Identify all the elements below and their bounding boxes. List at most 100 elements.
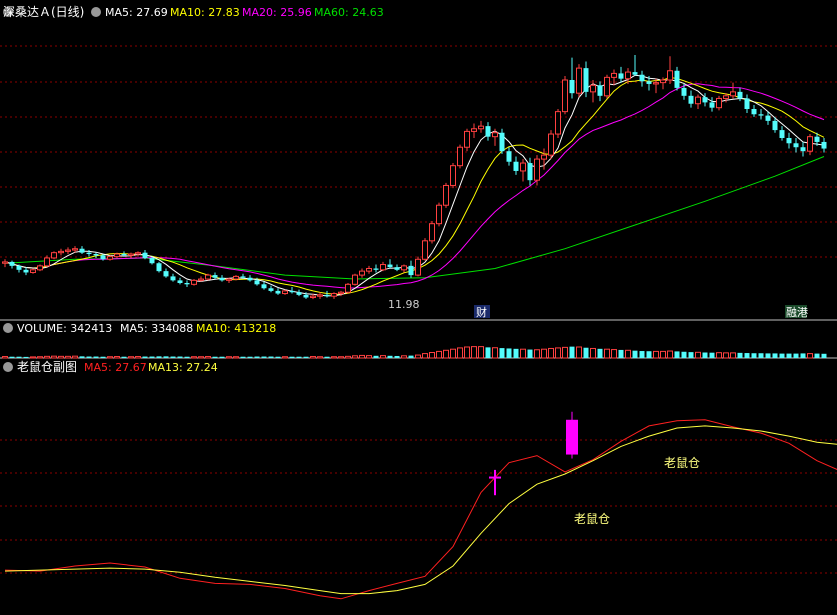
volume-bar	[107, 356, 113, 359]
osc-collapse-icon[interactable]	[3, 362, 13, 372]
volume-bar	[632, 350, 638, 358]
candle-body	[527, 163, 533, 181]
candle-body	[254, 280, 260, 285]
candle-body	[177, 280, 183, 283]
volume-bar	[576, 346, 582, 359]
candle-body	[30, 269, 36, 273]
candle-body	[72, 248, 78, 251]
period-label: (日线)	[51, 5, 84, 19]
candle-body	[156, 263, 162, 272]
candle-body	[814, 136, 820, 142]
volume-bar	[744, 353, 750, 358]
volume-bar	[415, 354, 421, 359]
volume-bar	[100, 356, 106, 358]
volume-bar	[653, 350, 659, 359]
volume-bar	[422, 353, 428, 359]
candle-body	[86, 252, 92, 254]
candle-body	[723, 95, 729, 99]
volume-bar	[268, 356, 274, 358]
candle-body	[401, 265, 407, 271]
candle-body	[240, 276, 246, 278]
badge-tui[interactable]: 融港	[786, 306, 808, 319]
volume-bar	[16, 356, 22, 358]
price-header: 深桑达Ａ (日线) MA5: 27.69 MA10: 27.83 MA20: 2…	[3, 5, 384, 19]
volume-bar	[639, 351, 645, 358]
volume-bar	[338, 356, 344, 359]
volume-bar	[9, 356, 15, 358]
volume-bar	[65, 355, 71, 359]
candle-body	[142, 252, 148, 258]
signal-marker-bar	[566, 419, 578, 455]
candle-body	[345, 283, 351, 293]
volume-bar	[786, 353, 792, 358]
candle-body	[625, 71, 631, 80]
candle-body	[541, 154, 547, 160]
candle-body	[310, 295, 316, 299]
volume-bar	[156, 356, 162, 358]
candle-body	[37, 265, 43, 271]
volume-bar	[198, 356, 204, 359]
volume-bar	[135, 356, 141, 359]
volume-bar	[618, 349, 624, 358]
volume-bar	[121, 356, 127, 358]
volume-bar	[702, 352, 708, 358]
candle-body	[443, 184, 449, 206]
candle-body	[548, 133, 554, 156]
volume-collapse-icon[interactable]	[3, 323, 13, 333]
volume-bar	[779, 353, 785, 358]
volume-bar	[807, 353, 813, 359]
candle-body	[485, 126, 491, 137]
volume-bar	[177, 356, 183, 358]
candle-body	[604, 76, 610, 97]
badge-cai[interactable]: 财	[476, 305, 487, 319]
volume-bar	[569, 346, 575, 358]
signal-label-1: 老鼠仓	[574, 512, 610, 526]
candle-body	[737, 91, 743, 99]
candle-body	[709, 102, 715, 108]
volume-bar	[688, 352, 694, 358]
candle-body	[513, 161, 519, 171]
volume-bar	[534, 349, 540, 359]
candle-body	[569, 80, 575, 94]
volume-bar	[247, 356, 253, 358]
volume-header: VOLUME: 342413 MA5: 334088 MA10: 413218	[3, 322, 276, 335]
candle-body	[744, 98, 750, 109]
volume-bar	[261, 356, 267, 358]
candle-body	[289, 290, 295, 293]
candle-body	[51, 252, 57, 259]
chevron-down-icon[interactable]	[91, 7, 101, 17]
candle-body	[716, 97, 722, 109]
volume-bar	[114, 356, 120, 359]
low-price-mark: 11.98	[388, 298, 420, 311]
candle-body	[121, 254, 127, 256]
candle-body	[681, 87, 687, 96]
volume-bar	[737, 352, 743, 358]
volume-bar	[625, 349, 631, 359]
candle-body	[212, 275, 218, 278]
volume-bar	[219, 356, 225, 358]
candle-body	[772, 120, 778, 131]
candle-body	[429, 223, 435, 242]
candle-body	[646, 81, 652, 84]
volume-bar	[289, 356, 295, 358]
candle-body	[695, 96, 701, 105]
candle-body	[205, 274, 211, 280]
candle-body	[331, 293, 337, 297]
osc-ma5-label: MA5: 27.67	[84, 361, 147, 374]
candle-body	[422, 240, 428, 260]
volume-bar	[520, 348, 526, 359]
stock-name: 深桑达Ａ	[3, 5, 51, 19]
volume-bar	[79, 356, 85, 358]
volume-bar	[380, 355, 386, 359]
candle-body	[436, 204, 442, 225]
volume-bar	[163, 356, 169, 358]
candle-body	[478, 125, 484, 130]
volume-bar	[541, 348, 547, 359]
candle-body	[282, 290, 288, 295]
candle-body	[79, 248, 85, 253]
candle-body	[184, 283, 190, 285]
ma20-label: MA20: 25.96	[242, 6, 312, 19]
volume-bar	[233, 356, 239, 359]
candle-body	[576, 67, 582, 94]
volume-bar	[86, 356, 92, 358]
